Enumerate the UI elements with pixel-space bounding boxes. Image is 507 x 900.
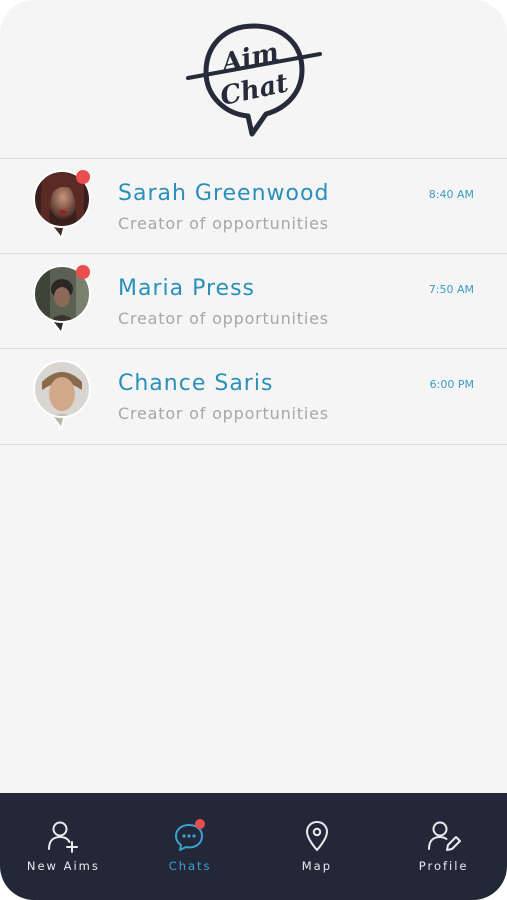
message-time: 7:50 AM: [428, 283, 474, 296]
nav-label: Map: [301, 859, 333, 873]
message-time: 6:00 PM: [429, 378, 474, 391]
chat-row-maria-press[interactable]: Maria Press Creator of opportunities 7:5…: [0, 253, 507, 348]
contact-subtitle: Creator of opportunities: [118, 404, 329, 423]
contact-name: Chance Saris: [118, 371, 274, 396]
add-user-icon: [48, 821, 79, 853]
contact-subtitle: Creator of opportunities: [118, 214, 329, 233]
bottom-nav: New Aims Chats Map Profile: [0, 793, 507, 900]
unread-badge: [195, 819, 206, 829]
chat-row-chance-saris[interactable]: Chance Saris Creator of opportunities 6:…: [0, 348, 507, 445]
chat-list: Sarah Greenwood Creator of opportunities…: [0, 158, 507, 445]
contact-subtitle: Creator of opportunities: [118, 309, 329, 328]
header: Aim Chat: [0, 0, 507, 158]
nav-chats[interactable]: Chats: [127, 793, 254, 900]
avatar: [33, 265, 91, 335]
message-time: 8:40 AM: [428, 188, 474, 201]
nav-map[interactable]: Map: [254, 793, 381, 900]
nav-label: Chats: [168, 859, 212, 873]
nav-label: New Aims: [26, 859, 100, 873]
edit-profile-icon: [427, 821, 461, 851]
avatar: [33, 360, 91, 430]
unread-badge: [76, 265, 90, 279]
chat-row-sarah-greenwood[interactable]: Sarah Greenwood Creator of opportunities…: [0, 158, 507, 253]
aimchat-logo: Aim Chat: [186, 23, 322, 137]
chat-bubble-icon: [175, 819, 206, 851]
nav-profile[interactable]: Profile: [380, 793, 507, 900]
contact-name: Sarah Greenwood: [118, 181, 330, 206]
app-screen: Aim Chat Sarah Greenwood Creator of oppo…: [0, 0, 507, 900]
contact-name: Maria Press: [118, 276, 255, 301]
unread-badge: [76, 170, 90, 184]
nav-label: Profile: [418, 859, 469, 873]
avatar: [33, 170, 91, 240]
nav-new-aims[interactable]: New Aims: [0, 793, 127, 900]
map-pin-icon: [305, 821, 328, 851]
